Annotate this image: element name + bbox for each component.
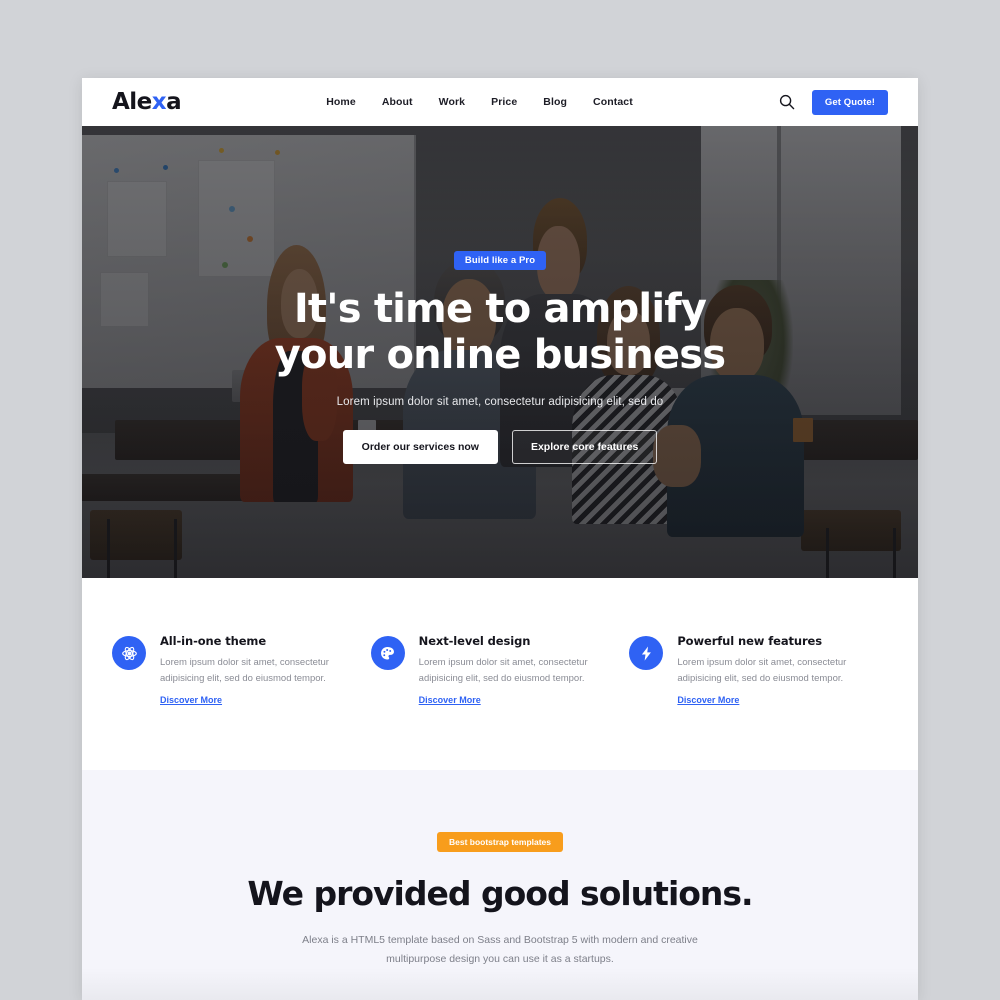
- nav-item-home[interactable]: Home: [326, 96, 356, 108]
- features-section: All-in-one theme Lorem ipsum dolor sit a…: [82, 578, 918, 771]
- feature-description: Lorem ipsum dolor sit amet, consectetur …: [677, 657, 847, 684]
- lightning-bolt-icon: [629, 636, 664, 670]
- header-actions: Get Quote!: [778, 89, 888, 115]
- feature-title: All-in-one theme: [160, 634, 267, 648]
- feature-title: Powerful new features: [677, 634, 822, 648]
- feature-body: Next-level design Lorem ipsum dolor sit …: [419, 634, 612, 708]
- nav-item-work[interactable]: Work: [439, 96, 465, 108]
- nav-item-price[interactable]: Price: [491, 96, 517, 108]
- feature-discover-more-link[interactable]: Discover More: [677, 695, 739, 705]
- nav-item-about[interactable]: About: [382, 96, 413, 108]
- solutions-title: We provided good solutions.: [247, 874, 753, 914]
- feature-card-all-in-one-theme: All-in-one theme Lorem ipsum dolor sit a…: [112, 634, 371, 708]
- solutions-section: Best bootstrap templates We provided goo…: [82, 770, 918, 969]
- hero-title: It's time to amplify your online busines…: [82, 286, 918, 378]
- logo-text-main: Ale: [112, 89, 152, 115]
- main-navigation: Home About Work Price Blog Contact: [181, 96, 778, 108]
- solutions-badge: Best bootstrap templates: [436, 832, 564, 853]
- hero-content: Build like a Pro It's time to amplify yo…: [82, 250, 918, 464]
- hero-actions: Order our services now Explore core feat…: [82, 430, 918, 464]
- palette-icon: [370, 636, 405, 670]
- hero-badge: Build like a Pro: [453, 251, 547, 270]
- perfect-choice-section: Perfect choice for your: [82, 968, 918, 1000]
- feature-discover-more-link[interactable]: Discover More: [160, 695, 222, 705]
- search-icon[interactable]: [778, 93, 796, 111]
- website-page: Alexa Home About Work Price Blog Contact…: [82, 78, 918, 1000]
- order-services-button[interactable]: Order our services now: [342, 430, 498, 464]
- logo-text-end: a: [166, 89, 182, 115]
- hero-title-line-2: your online business: [274, 332, 726, 378]
- feature-body: Powerful new features Lorem ipsum dolor …: [677, 634, 870, 708]
- feature-description: Lorem ipsum dolor sit amet, consectetur …: [160, 657, 329, 684]
- hero-title-line-1: It's time to amplify: [293, 286, 707, 332]
- atom-icon: [112, 636, 146, 670]
- feature-card-next-level-design: Next-level design Lorem ipsum dolor sit …: [370, 634, 630, 708]
- solutions-description: Alexa is a HTML5 template based on Sass …: [302, 934, 698, 965]
- explore-features-button[interactable]: Explore core features: [511, 430, 658, 464]
- feature-discover-more-link[interactable]: Discover More: [419, 695, 481, 705]
- feature-card-powerful-new-features: Powerful new features Lorem ipsum dolor …: [629, 634, 888, 708]
- feature-body: All-in-one theme Lorem ipsum dolor sit a…: [160, 634, 353, 708]
- site-header: Alexa Home About Work Price Blog Contact…: [82, 78, 918, 126]
- logo-text-accent: x: [151, 89, 167, 115]
- hero-subtitle: Lorem ipsum dolor sit amet, consectetur …: [336, 396, 664, 408]
- nav-item-contact[interactable]: Contact: [593, 96, 633, 108]
- nav-item-blog[interactable]: Blog: [543, 96, 567, 108]
- get-quote-button[interactable]: Get Quote!: [811, 89, 888, 115]
- logo[interactable]: Alexa: [112, 89, 182, 115]
- feature-title: Next-level design: [418, 634, 531, 648]
- feature-description: Lorem ipsum dolor sit amet, consectetur …: [418, 657, 588, 684]
- hero-section: Build like a Pro It's time to amplify yo…: [82, 126, 918, 578]
